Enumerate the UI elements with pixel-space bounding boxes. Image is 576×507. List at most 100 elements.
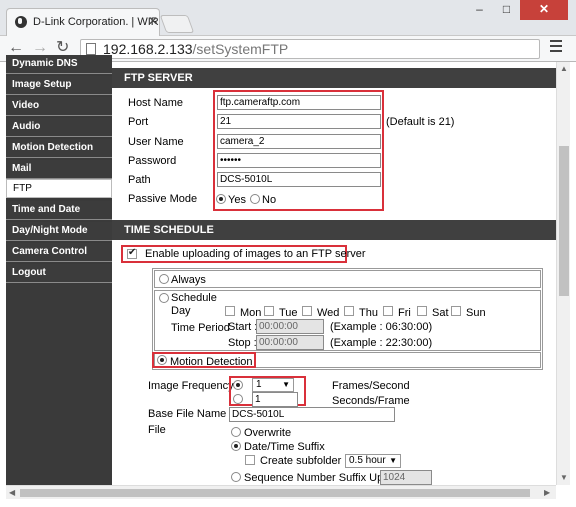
day-thu-label: Thu (359, 307, 378, 319)
day-tue-label: Tue (279, 307, 298, 319)
password-input[interactable] (217, 153, 381, 168)
scroll-left-arrow-icon[interactable]: ◀ (9, 488, 15, 497)
back-arrow-icon[interactable]: ← (8, 40, 24, 56)
reload-icon[interactable]: ↻ (56, 40, 69, 56)
day-mon-checkbox[interactable] (225, 306, 235, 316)
passive-yes-radio[interactable] (216, 194, 226, 204)
main-content: FTP SERVER Host Name Port (Default is 21… (112, 62, 556, 485)
sequence-suffix-label: Sequence Number Suffix Up to (244, 472, 396, 484)
create-subfolder-checkbox[interactable] (245, 455, 255, 465)
host-name-input[interactable] (217, 95, 381, 110)
dropdown-arrow-icon: ▼ (282, 380, 290, 389)
browser-menu-icon[interactable] (550, 40, 562, 52)
frames-per-second-value: 1 (256, 379, 262, 390)
sidebar-item-day-night-mode[interactable]: Day/Night Mode (6, 222, 112, 241)
scroll-right-arrow-icon[interactable]: ▶ (544, 488, 550, 497)
seconds-per-frame-radio[interactable] (233, 394, 243, 404)
file-label: File (148, 424, 166, 436)
dropdown-arrow-icon: ▼ (389, 456, 397, 465)
url-path: /setSystemFTP (192, 41, 289, 57)
datetime-suffix-radio[interactable] (231, 441, 241, 451)
tab-title: D-Link Corporation. | WIR (33, 16, 159, 28)
day-tue-checkbox[interactable] (264, 306, 274, 316)
day-sat-checkbox[interactable] (417, 306, 427, 316)
enable-upload-label: Enable uploading of images to an FTP ser… (145, 248, 366, 260)
sidebar-item-image-setup[interactable]: Image Setup (6, 76, 112, 95)
sidebar-item-motion-detection[interactable]: Motion Detection (6, 139, 112, 158)
vertical-scrollbar[interactable]: ▲ ▼ (556, 62, 570, 485)
day-wed-label: Wed (317, 307, 340, 319)
tab-close-icon[interactable]: ✕ (148, 14, 158, 28)
ftp-server-header: FTP SERVER (112, 68, 556, 88)
day-thu-checkbox[interactable] (344, 306, 354, 316)
passive-mode-label: Passive Mode (128, 193, 198, 205)
frames-per-second-select[interactable]: 1 ▼ (252, 378, 294, 392)
sidebar-item-video[interactable]: Video (6, 97, 112, 116)
maximize-button[interactable]: □ (493, 0, 520, 20)
minimize-button[interactable]: ‒ (466, 0, 493, 20)
port-input[interactable] (217, 114, 381, 129)
sidebar-item-mail[interactable]: Mail (6, 160, 112, 179)
time-period-label: Time Period (171, 322, 230, 334)
sidebar-item-dynamic-dns[interactable]: Dynamic DNS (6, 55, 112, 74)
scroll-down-arrow-icon[interactable]: ▼ (560, 473, 568, 482)
passive-no-radio[interactable] (250, 194, 260, 204)
browser-titlebar: D-Link Corporation. | WIR ✕ ‒ □ ✕ (0, 0, 576, 36)
day-label: Day (171, 305, 191, 317)
day-fri-label: Fri (398, 307, 411, 319)
day-sun-checkbox[interactable] (451, 306, 461, 316)
password-label: Password (128, 155, 177, 167)
sequence-limit-input[interactable] (380, 470, 432, 485)
base-file-name-label: Base File Name (148, 408, 227, 420)
image-frequency-label: Image Frequency (148, 380, 234, 392)
forward-arrow-icon[interactable]: → (32, 40, 48, 56)
sidebar-item-audio[interactable]: Audio (6, 118, 112, 137)
base-file-name-input[interactable] (229, 407, 395, 422)
motion-detection-radio[interactable] (157, 355, 167, 365)
always-radio[interactable] (159, 274, 169, 284)
port-label: Port (128, 116, 149, 128)
frames-per-second-radio[interactable] (233, 380, 243, 390)
day-mon-label: Mon (240, 307, 262, 319)
day-fri-checkbox[interactable] (383, 306, 393, 316)
always-label: Always (171, 274, 206, 286)
close-window-button[interactable]: ✕ (520, 0, 568, 20)
scroll-up-arrow-icon[interactable]: ▲ (560, 64, 568, 73)
seconds-per-frame-input[interactable] (252, 392, 298, 407)
new-tab-button[interactable] (159, 15, 195, 33)
dlink-favicon-icon (15, 16, 27, 28)
start-example-hint: (Example : 06:30:00) (330, 321, 433, 333)
schedule-radio[interactable] (159, 293, 169, 303)
subfolder-interval-value: 0.5 hour (349, 455, 386, 466)
path-input[interactable] (217, 172, 381, 187)
browser-tab[interactable]: D-Link Corporation. | WIR ✕ (6, 8, 160, 36)
motion-detection-label: Motion Detection (170, 356, 253, 368)
horizontal-scrollbar[interactable]: ◀ ▶ (6, 485, 556, 499)
url-input[interactable]: 192.168.2.133/setSystemFTP (80, 39, 540, 59)
enable-upload-checkbox[interactable] (127, 247, 137, 259)
start-time-input[interactable] (256, 319, 324, 334)
sidebar-item-camera-control[interactable]: Camera Control (6, 243, 112, 262)
always-row (154, 270, 541, 288)
passive-yes-label: Yes (228, 194, 246, 206)
url-text: 192.168.2.133/setSystemFTP (103, 41, 288, 57)
sidebar-item-time-and-date[interactable]: Time and Date (6, 201, 112, 220)
day-sat-label: Sat (432, 307, 449, 319)
datetime-suffix-label: Date/Time Suffix (244, 441, 325, 453)
user-name-label: User Name (128, 136, 184, 148)
overwrite-radio[interactable] (231, 427, 241, 437)
sequence-suffix-radio[interactable] (231, 472, 241, 482)
subfolder-interval-select[interactable]: 0.5 hour ▼ (345, 454, 401, 468)
sidebar-item-logout[interactable]: Logout (6, 264, 112, 283)
stop-example-hint: (Example : 22:30:00) (330, 337, 433, 349)
sidebar-item-ftp[interactable]: FTP (6, 179, 112, 198)
port-default-hint: (Default is 21) (386, 116, 455, 128)
path-label: Path (128, 174, 151, 186)
time-schedule-header: TIME SCHEDULE (112, 220, 556, 240)
stop-time-input[interactable] (256, 335, 324, 350)
vertical-scroll-thumb[interactable] (559, 146, 569, 296)
day-wed-checkbox[interactable] (302, 306, 312, 316)
user-name-input[interactable] (217, 134, 381, 149)
horizontal-scroll-thumb[interactable] (20, 489, 530, 497)
host-name-label: Host Name (128, 97, 184, 109)
